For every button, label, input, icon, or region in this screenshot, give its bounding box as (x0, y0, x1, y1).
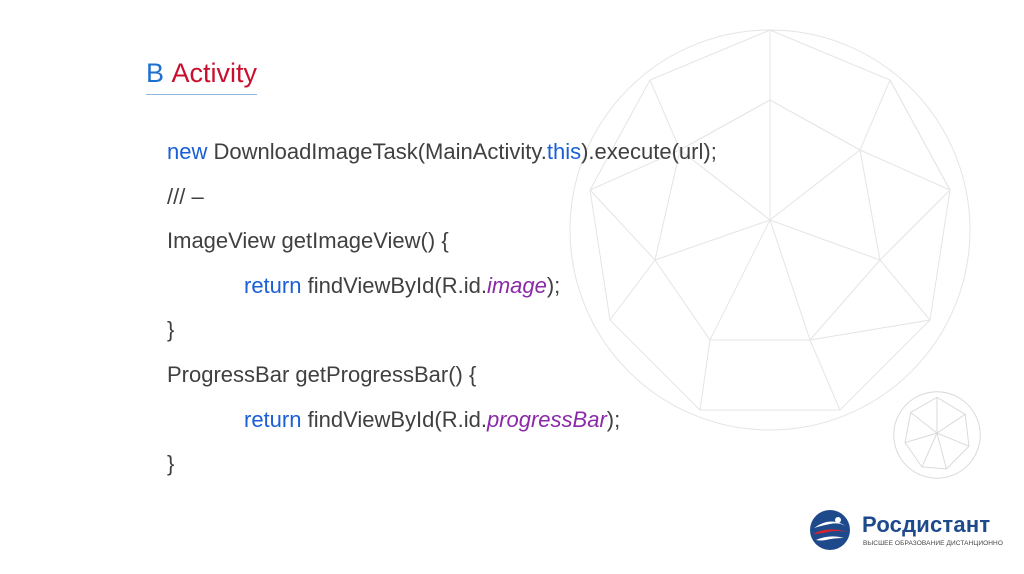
slide-title-text: Activity (171, 58, 258, 88)
code-field: progressBar (486, 406, 607, 432)
code-block: new DownloadImageTask(MainActivity.this)… (167, 132, 717, 489)
code-text: ProgressBar getProgressBar() { (167, 361, 477, 387)
code-keyword: return (244, 406, 302, 432)
code-line-6: ProgressBar getProgressBar() { (167, 355, 717, 400)
code-line-5: } (167, 310, 717, 355)
code-line-1: new DownloadImageTask(MainActivity.this)… (167, 132, 717, 177)
slide-title-prefix: В (146, 58, 165, 88)
code-field: image (486, 272, 547, 298)
code-text: /// – (167, 183, 204, 209)
code-text: DownloadImageTask(MainActivity. (207, 139, 547, 164)
code-line-4: return findViewById(R.id.image); (167, 266, 717, 311)
code-line-2: /// – (167, 177, 717, 222)
code-line-3: ImageView getImageView() { (167, 221, 717, 266)
logo-tagline: ВЫСШЕЕ ОБРАЗОВАНИЕ ДИСТАНЦИОННО (863, 540, 1003, 547)
code-text: } (167, 451, 175, 477)
small-geodesic-sphere-decoration (893, 391, 981, 479)
slide: В Activity new DownloadImageTask(MainAct… (0, 0, 1024, 574)
code-text: ); (606, 406, 621, 432)
code-text: findViewById(R.id. (301, 272, 487, 298)
code-keyword: this (546, 139, 582, 164)
code-line-7: return findViewById(R.id.progressBar); (167, 400, 717, 445)
code-text: } (167, 317, 175, 343)
code-text: ); (546, 272, 561, 298)
globe-logo-icon (810, 510, 850, 550)
code-line-8: } (167, 444, 717, 489)
code-text: findViewById(R.id. (301, 406, 487, 432)
rosdistant-logo: Росдистант ВЫСШЕЕ ОБРАЗОВАНИЕ ДИСТАНЦИОН… (808, 508, 1008, 558)
code-keyword: new (167, 139, 208, 164)
code-text: ImageView getImageView() { (167, 228, 449, 254)
code-keyword: return (244, 272, 302, 298)
slide-title: В Activity (146, 54, 258, 95)
logo-name: Росдистант (862, 512, 991, 537)
code-text: ).execute(url); (581, 139, 717, 164)
